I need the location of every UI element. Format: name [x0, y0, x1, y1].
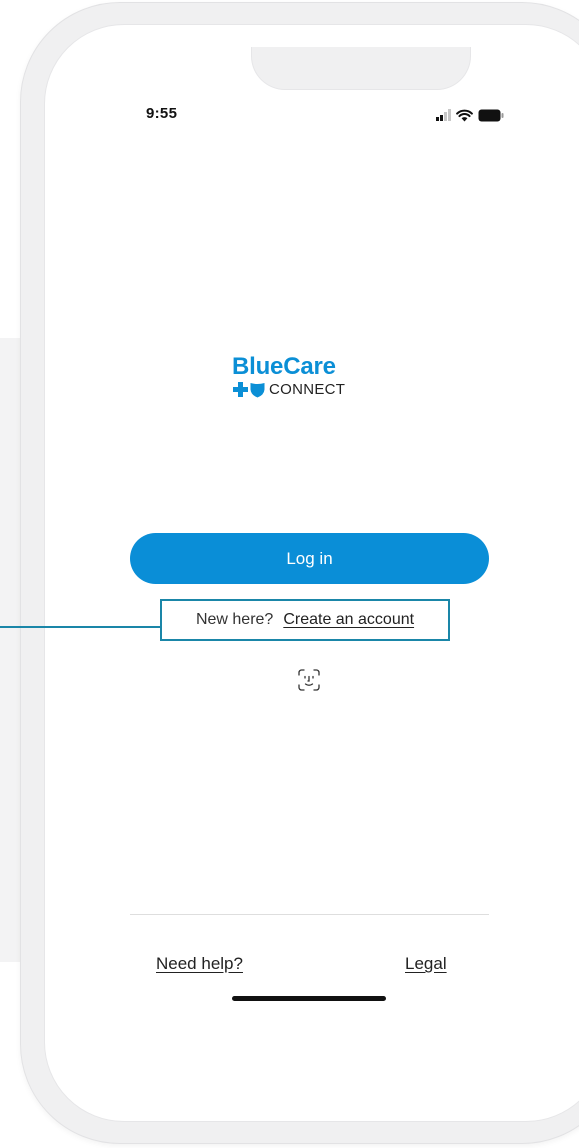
status-time: 9:55	[146, 105, 178, 122]
logo-subtitle: CONNECT	[269, 381, 346, 398]
face-id-icon[interactable]	[298, 669, 320, 691]
logo-title: BlueCare	[232, 353, 336, 380]
need-help-link[interactable]: Need help?	[156, 954, 243, 974]
wifi-icon	[456, 109, 473, 121]
stage: 9:55 BlueCare CONNECT Log in New here? C…	[0, 0, 579, 1148]
battery-icon	[478, 109, 504, 121]
signup-highlight-box: New here? Create an account	[160, 599, 450, 641]
status-icons	[436, 107, 504, 123]
bluecare-logo: BlueCare CONNECT	[232, 353, 382, 399]
create-account-link[interactable]: Create an account	[283, 611, 414, 629]
phone-notch	[251, 47, 471, 90]
signal-icon	[436, 109, 451, 121]
shield-icon	[250, 382, 265, 397]
footer-divider	[130, 914, 489, 915]
cross-icon	[233, 382, 248, 397]
login-button[interactable]: Log in	[130, 533, 489, 584]
callout-line	[0, 626, 160, 628]
home-indicator[interactable]	[232, 996, 386, 1001]
legal-link[interactable]: Legal	[405, 954, 447, 974]
signup-prompt: New here?	[195, 611, 274, 628]
logo-subtitle-row: CONNECT	[233, 381, 382, 398]
